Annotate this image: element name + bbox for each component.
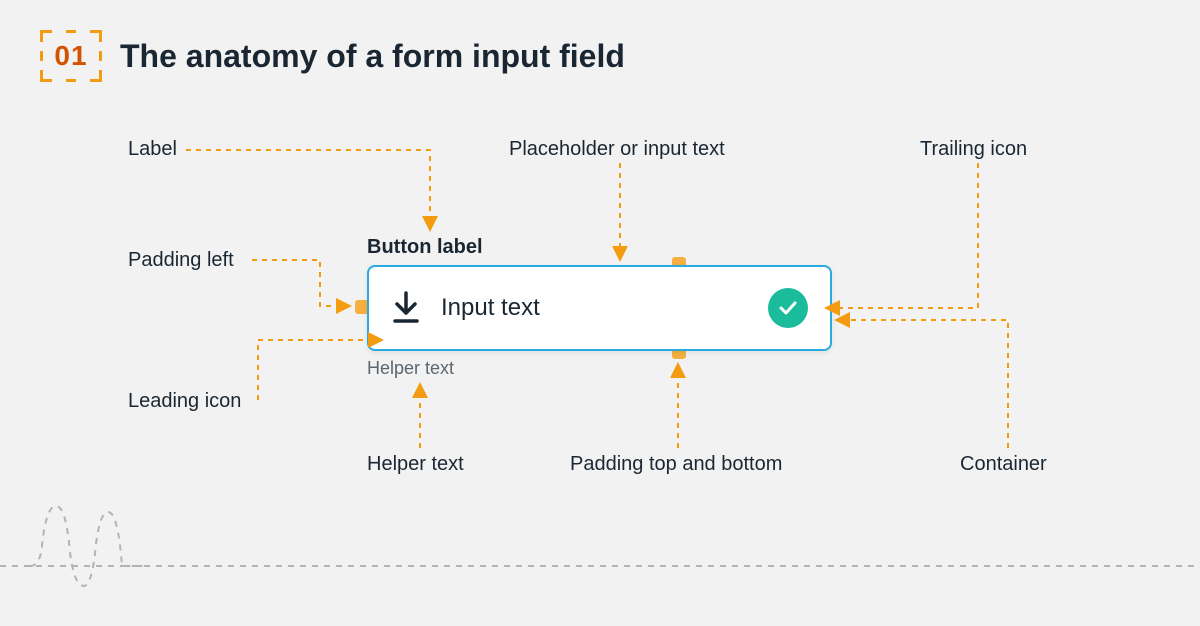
callout-leading-icon: Leading icon <box>128 390 241 413</box>
input-text: Input text <box>441 294 748 322</box>
input-container[interactable]: Input text <box>367 265 832 351</box>
download-icon <box>391 291 421 325</box>
input-label: Button label <box>367 236 483 259</box>
check-circle-icon <box>768 288 808 328</box>
callout-trailing-icon: Trailing icon <box>920 138 1027 161</box>
callout-label: Label <box>128 138 177 161</box>
callout-placeholder: Placeholder or input text <box>509 138 725 161</box>
callout-padding-left: Padding left <box>128 249 234 272</box>
callout-container: Container <box>960 453 1047 476</box>
decorative-wave <box>0 476 1200 596</box>
callout-padding-tb: Padding top and bottom <box>570 453 782 476</box>
callout-helper-text: Helper text <box>367 453 464 476</box>
input-helper-text: Helper text <box>367 358 454 379</box>
